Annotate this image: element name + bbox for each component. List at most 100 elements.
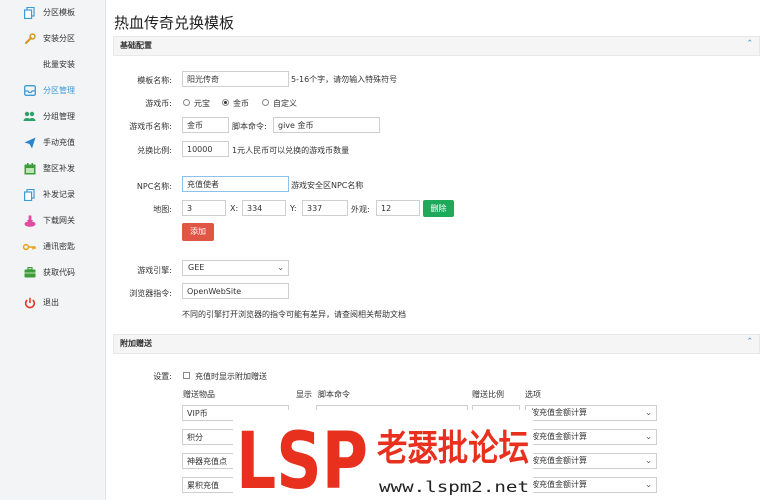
send-icon (23, 136, 36, 149)
collapse-icon[interactable]: ˆ (748, 39, 753, 51)
currency-label: 游戏币: (145, 99, 172, 108)
sidebar-item-label: 下载网关 (43, 216, 75, 225)
sidebar-item-download-gateway[interactable]: 下载网关 (0, 208, 105, 234)
copy-icon (23, 6, 36, 19)
sidebar-item-manual-recharge[interactable]: 手动充值 (0, 130, 105, 156)
ratio-label: 兑换比例: (137, 146, 172, 155)
chevron-down-icon: ⌄ (645, 432, 652, 441)
collapse-icon[interactable]: ˆ (748, 337, 753, 349)
sidebar-item-label: 分区管理 (43, 86, 75, 95)
gift-option-select[interactable]: 按充值金额计算 ⌄ (525, 429, 657, 445)
currency-radio-gold[interactable] (222, 99, 229, 106)
key-icon (23, 240, 36, 253)
map-input[interactable]: 3 (182, 200, 226, 216)
sidebar-item-zone-resend[interactable]: 整区补发 (0, 156, 105, 182)
power-icon (23, 296, 36, 309)
x-label: X: (230, 204, 239, 213)
option-value: 按充值金额计算 (531, 408, 587, 417)
template-name-label: 模板名称: (137, 76, 172, 85)
browser-cmd-label: 浏览器指令: (129, 289, 172, 298)
tray-icon (23, 84, 36, 97)
users-icon (23, 110, 36, 123)
currency-name-input[interactable]: 金币 (182, 117, 229, 133)
option-value: 按充值金额计算 (531, 480, 587, 489)
settings-label: 设置: (153, 372, 172, 381)
sidebar-item-partition-template[interactable]: 分区模板 (0, 0, 105, 26)
template-name-hint: 5-16个字，请勿输入特殊符号 (291, 75, 398, 84)
section-title: 附加赠送 (120, 339, 152, 348)
column-header: 选项 (525, 390, 541, 399)
engine-select[interactable]: GEE ⌄ (182, 260, 289, 276)
browser-cmd-input[interactable]: OpenWebSite (182, 283, 289, 299)
watermark-graphic: LSP 老瑟批论坛 www.lspm2.net (233, 410, 533, 502)
ratio-input[interactable]: 10000 (182, 141, 229, 157)
script-cmd-label: 脚本命令: (232, 122, 267, 131)
watermark-big: LSP (236, 417, 368, 500)
sidebar-item-partition-manage[interactable]: 分区管理 (0, 78, 105, 104)
section-title: 基础配置 (120, 41, 152, 50)
npc-label: NPC名称: (136, 182, 172, 191)
browser-hint: 不同的引擎打开浏览器的指令可能有差异，请查阅相关帮助文档 (182, 310, 406, 319)
sidebar-item-label: 获取代码 (43, 268, 75, 277)
sidebar-item-label: 退出 (43, 298, 59, 307)
watermark-title: 老瑟批论坛 (377, 428, 529, 469)
npc-hint: 游戏安全区NPC名称 (291, 181, 364, 190)
engine-label: 游戏引擎: (137, 266, 172, 275)
currency-name-label: 游戏币名称: (129, 122, 172, 131)
chevron-down-icon: ⌄ (277, 263, 284, 272)
sidebar-item-label: 通讯密匙 (43, 242, 75, 251)
page-title: 热血传奇兑换模板 (114, 14, 235, 32)
sidebar-item-label: 补发记录 (43, 190, 75, 199)
copy-icon (23, 188, 36, 201)
sidebar: 分区模板 安装分区 批量安装 分区管理 分组管理 手动充值 整区补发 补发记录 … (0, 0, 106, 500)
wrench-icon (23, 32, 36, 45)
look-label: 外观: (351, 205, 370, 214)
add-button[interactable]: 添加 (182, 223, 214, 241)
radio-label: 金币 (233, 99, 249, 108)
sidebar-item-label: 批量安装 (43, 60, 75, 69)
sidebar-item-label: 手动充值 (43, 138, 75, 147)
ratio-hint: 1元人民币可以兑换的游戏币数量 (232, 146, 350, 155)
script-cmd-input[interactable]: give 金币 (273, 117, 380, 133)
delete-button[interactable]: 删除 (423, 200, 454, 217)
watermark-url: www.lspm2.net (379, 478, 529, 496)
sidebar-item-label: 分区模板 (43, 8, 75, 17)
watermark-logo: LSP 老瑟批论坛 www.lspm2.net (233, 410, 533, 502)
radio-label: 元宝 (194, 99, 210, 108)
chevron-down-icon: ⌄ (645, 480, 652, 489)
engine-value: GEE (188, 263, 205, 272)
currency-radio-custom[interactable] (262, 99, 269, 106)
download-icon (23, 214, 36, 227)
gift-option-select[interactable]: 按充值金额计算 ⌄ (525, 405, 657, 421)
sidebar-item-install-partition[interactable]: 安装分区 (0, 26, 105, 52)
y-input[interactable]: 337 (302, 200, 348, 216)
briefcase-icon (23, 266, 36, 279)
extra-gift-header[interactable]: 附加赠送 ˆ (113, 334, 760, 354)
radio-label: 自定义 (273, 99, 297, 108)
option-value: 按充值金额计算 (531, 432, 587, 441)
template-name-input[interactable]: 阳光传奇 (182, 71, 289, 87)
x-input[interactable]: 334 (242, 200, 286, 216)
show-extra-checkbox[interactable] (183, 372, 190, 379)
sidebar-item-group-manage[interactable]: 分组管理 (0, 104, 105, 130)
chevron-down-icon: ⌄ (645, 408, 652, 417)
map-label: 地图: (153, 205, 172, 214)
currency-radio-yuanbao[interactable] (183, 99, 190, 106)
calendar-icon (23, 162, 36, 175)
sidebar-item-resend-records[interactable]: 补发记录 (0, 182, 105, 208)
sidebar-item-label: 安装分区 (43, 34, 75, 43)
npc-name-input[interactable]: 充值使者 (182, 176, 289, 192)
y-label: Y: (290, 204, 297, 213)
sidebar-item-batch-install[interactable]: 批量安装 (0, 52, 105, 78)
sidebar-item-get-code[interactable]: 获取代码 (0, 260, 105, 286)
sidebar-item-comm-key[interactable]: 通讯密匙 (0, 234, 105, 260)
basic-config-header[interactable]: 基础配置 ˆ (113, 36, 760, 56)
column-header: 脚本命令 (318, 390, 350, 399)
gift-option-select[interactable]: 按充值金额计算 ⌄ (525, 453, 657, 469)
column-header: 赠送比例 (472, 390, 504, 399)
sidebar-item-logout[interactable]: 退出 (0, 290, 105, 316)
option-value: 按充值金额计算 (531, 456, 587, 465)
sidebar-item-label: 整区补发 (43, 164, 75, 173)
look-input[interactable]: 12 (376, 200, 420, 216)
gift-option-select[interactable]: 按充值金额计算 ⌄ (525, 477, 657, 493)
